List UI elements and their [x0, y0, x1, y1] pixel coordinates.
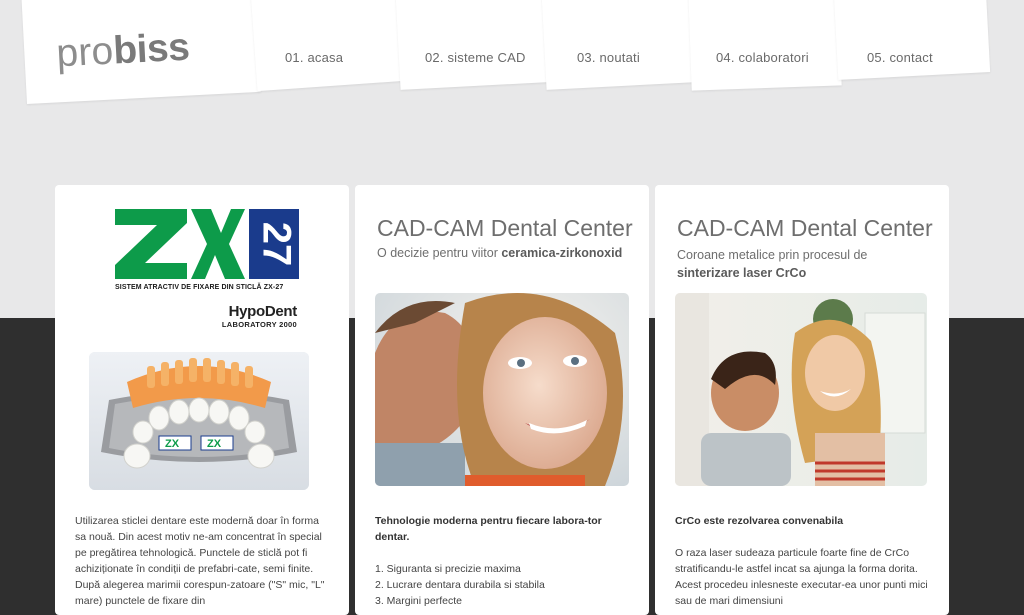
card-zx27: 27 SISTEM ATRACTIV DE FIXARE DIN STICLĂ …	[55, 185, 349, 615]
logo-tile[interactable]: probiss	[21, 0, 261, 105]
nav-tile-contact[interactable]	[833, 0, 991, 80]
laughing-couple-photo	[675, 293, 927, 486]
nav-tile-colaboratori[interactable]	[688, 0, 842, 91]
subtitle-bold: ceramica-zirkonoxid	[501, 246, 623, 260]
logo-light: pro	[55, 29, 115, 76]
subtitle-text: Coroane metalice prin procesul de	[677, 248, 868, 262]
card-subtitle: Coroane metalice prin procesul de sinter…	[677, 246, 867, 282]
brand-sub: LABORATORY 2000	[221, 320, 297, 329]
zx-badge-left: ZX	[165, 438, 180, 450]
card-title: CAD-CAM Dental Center	[677, 215, 933, 241]
zx-description: Utilizarea sticlei dentare este modernă …	[75, 515, 325, 607]
nav-link-colaboratori[interactable]: 04. colaboratori	[716, 50, 809, 65]
crco-description: O raza laser sudeaza particule foarte fi…	[675, 547, 928, 607]
smiling-couple-photo	[375, 293, 629, 486]
nav-link-acasa[interactable]: 01. acasa	[285, 50, 343, 65]
brand-name: HypoDent	[228, 303, 298, 320]
nav-link-sisteme-cad[interactable]: 02. sisteme CAD	[425, 50, 526, 65]
site-logo[interactable]: probiss	[55, 26, 190, 77]
nav-tile-sisteme-cad[interactable]	[395, 0, 551, 90]
subtitle-bold: sinterizare laser CrCo	[677, 266, 807, 280]
hypodent-logo: HypoDent LABORATORY 2000	[222, 303, 297, 329]
nav-tile-noutati[interactable]	[541, 0, 699, 90]
nav-link-contact[interactable]: 05. contact	[867, 50, 933, 65]
zx-number: 27	[254, 222, 298, 267]
subtitle-text: O decizie pentru viitor	[377, 246, 502, 260]
nav-tile-acasa[interactable]	[250, 0, 408, 92]
card-subtitle: O decizie pentru viitor ceramica-zirkono…	[377, 244, 622, 262]
zx-badge-right: ZX	[207, 438, 222, 450]
card-crco: CAD-CAM Dental Center Coroane metalice p…	[655, 185, 949, 615]
dental-model-image: ZX ZX	[89, 352, 309, 490]
crco-heading: CrCo este rezolvarea convenabila	[675, 515, 844, 527]
zirconia-info: Tehnologie moderna pentru fiecare labora…	[375, 513, 630, 609]
list-item: 2. Lucrare dentara durabila si stabila	[375, 579, 545, 591]
zx-tagline: SISTEM ATRACTIV DE FIXARE DIN STICLĂ ZX-…	[115, 284, 284, 291]
list-item: 1. Siguranta si precizie maxima	[375, 563, 521, 575]
list-item: 3. Margini perfecte	[375, 595, 462, 607]
nav-link-noutati[interactable]: 03. noutati	[577, 50, 640, 65]
zirconia-heading: Tehnologie moderna pentru fiecare labora…	[375, 515, 602, 543]
benefits-list: 1. Siguranta si precizie maxima 2. Lucra…	[375, 561, 630, 609]
crco-info: CrCo este rezolvarea convenabila O raza …	[675, 513, 930, 609]
card-title: CAD-CAM Dental Center	[377, 215, 633, 241]
card-zirconia: CAD-CAM Dental Center O decizie pentru v…	[355, 185, 649, 615]
logo-bold: biss	[112, 25, 191, 73]
